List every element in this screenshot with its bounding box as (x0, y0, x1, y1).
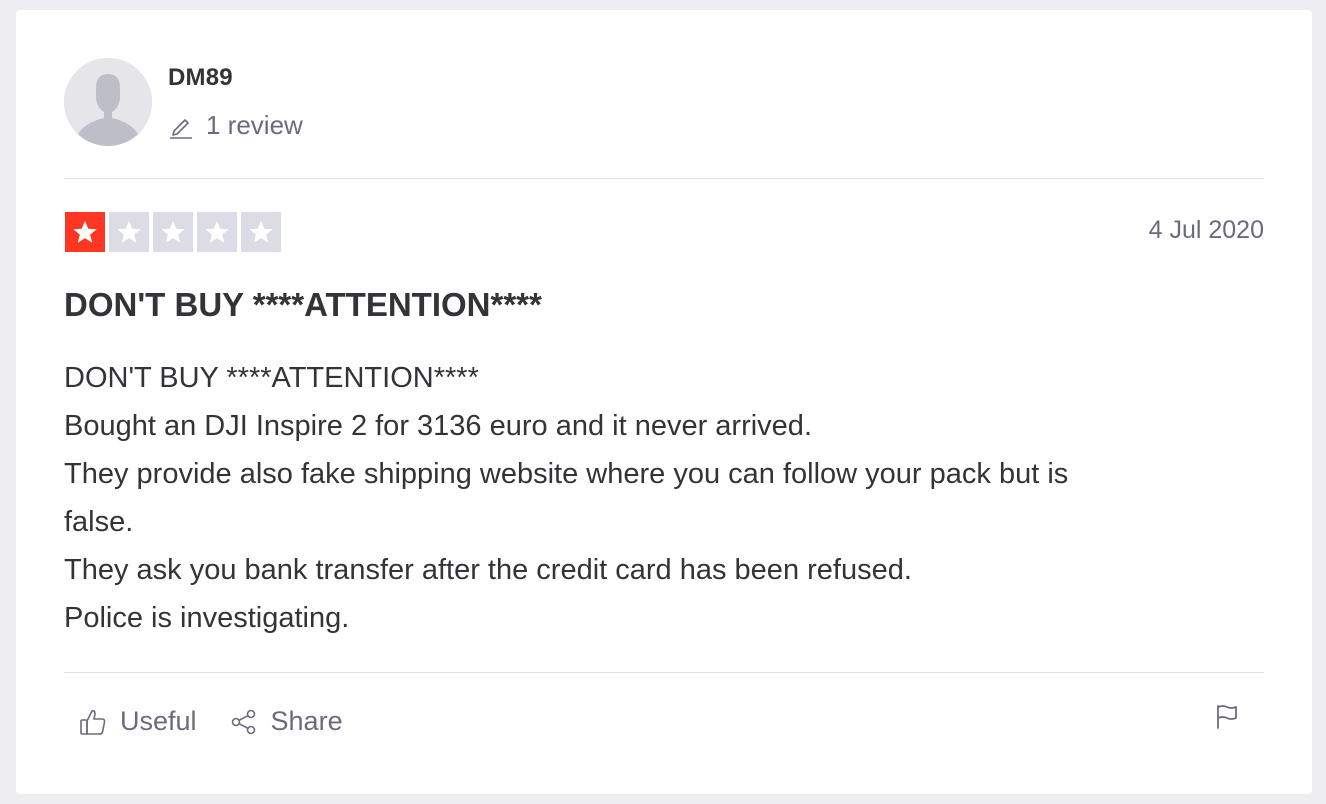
avatar[interactable] (64, 58, 152, 146)
review-line: They provide also fake shipping website … (64, 458, 1069, 490)
review-card: DM89 1 review 4 Jul 2020 DON'T BUY ****A… (16, 10, 1312, 794)
review-count[interactable]: 1 review (168, 110, 303, 141)
useful-label: Useful (120, 706, 197, 736)
star-rating (65, 212, 281, 252)
review-line: Police is investigating. (64, 602, 350, 634)
review-title[interactable]: DON'T BUY ****ATTENTION**** (64, 286, 542, 324)
divider (64, 672, 1264, 673)
review-date: 4 Jul 2020 (1148, 216, 1264, 244)
share-label: Share (270, 706, 343, 736)
review-line: They ask you bank transfer after the cre… (64, 554, 912, 586)
review-line: false. (64, 506, 134, 538)
star-5 (241, 212, 281, 252)
star-3 (153, 212, 193, 252)
user-silhouette-icon (64, 58, 152, 146)
review-line: Bought an DJI Inspire 2 for 3136 euro an… (64, 410, 812, 442)
star-2 (109, 212, 149, 252)
review-body: DON'T BUY ****ATTENTION**** Bought an DJ… (64, 354, 1274, 642)
flag-icon (1217, 705, 1237, 729)
star-icon (205, 220, 229, 243)
useful-button[interactable]: Useful (78, 706, 197, 737)
star-icon (249, 220, 273, 243)
star-icon (117, 220, 141, 243)
divider (64, 178, 1264, 179)
reviewer-name[interactable]: DM89 (168, 64, 233, 92)
review-actions: Useful Share (78, 706, 343, 737)
review-count-label: 1 review (206, 110, 303, 140)
star-4 (197, 212, 237, 252)
share-icon (229, 707, 259, 737)
share-button[interactable]: Share (229, 706, 343, 737)
thumbs-up-icon (78, 707, 108, 737)
star-icon (73, 220, 97, 243)
star-1 (65, 212, 105, 252)
pencil-icon (168, 113, 194, 139)
review-line: DON'T BUY ****ATTENTION**** (64, 362, 479, 394)
star-icon (161, 220, 185, 243)
report-button[interactable] (1212, 702, 1242, 732)
reviewer-header: DM89 1 review (64, 58, 1264, 148)
